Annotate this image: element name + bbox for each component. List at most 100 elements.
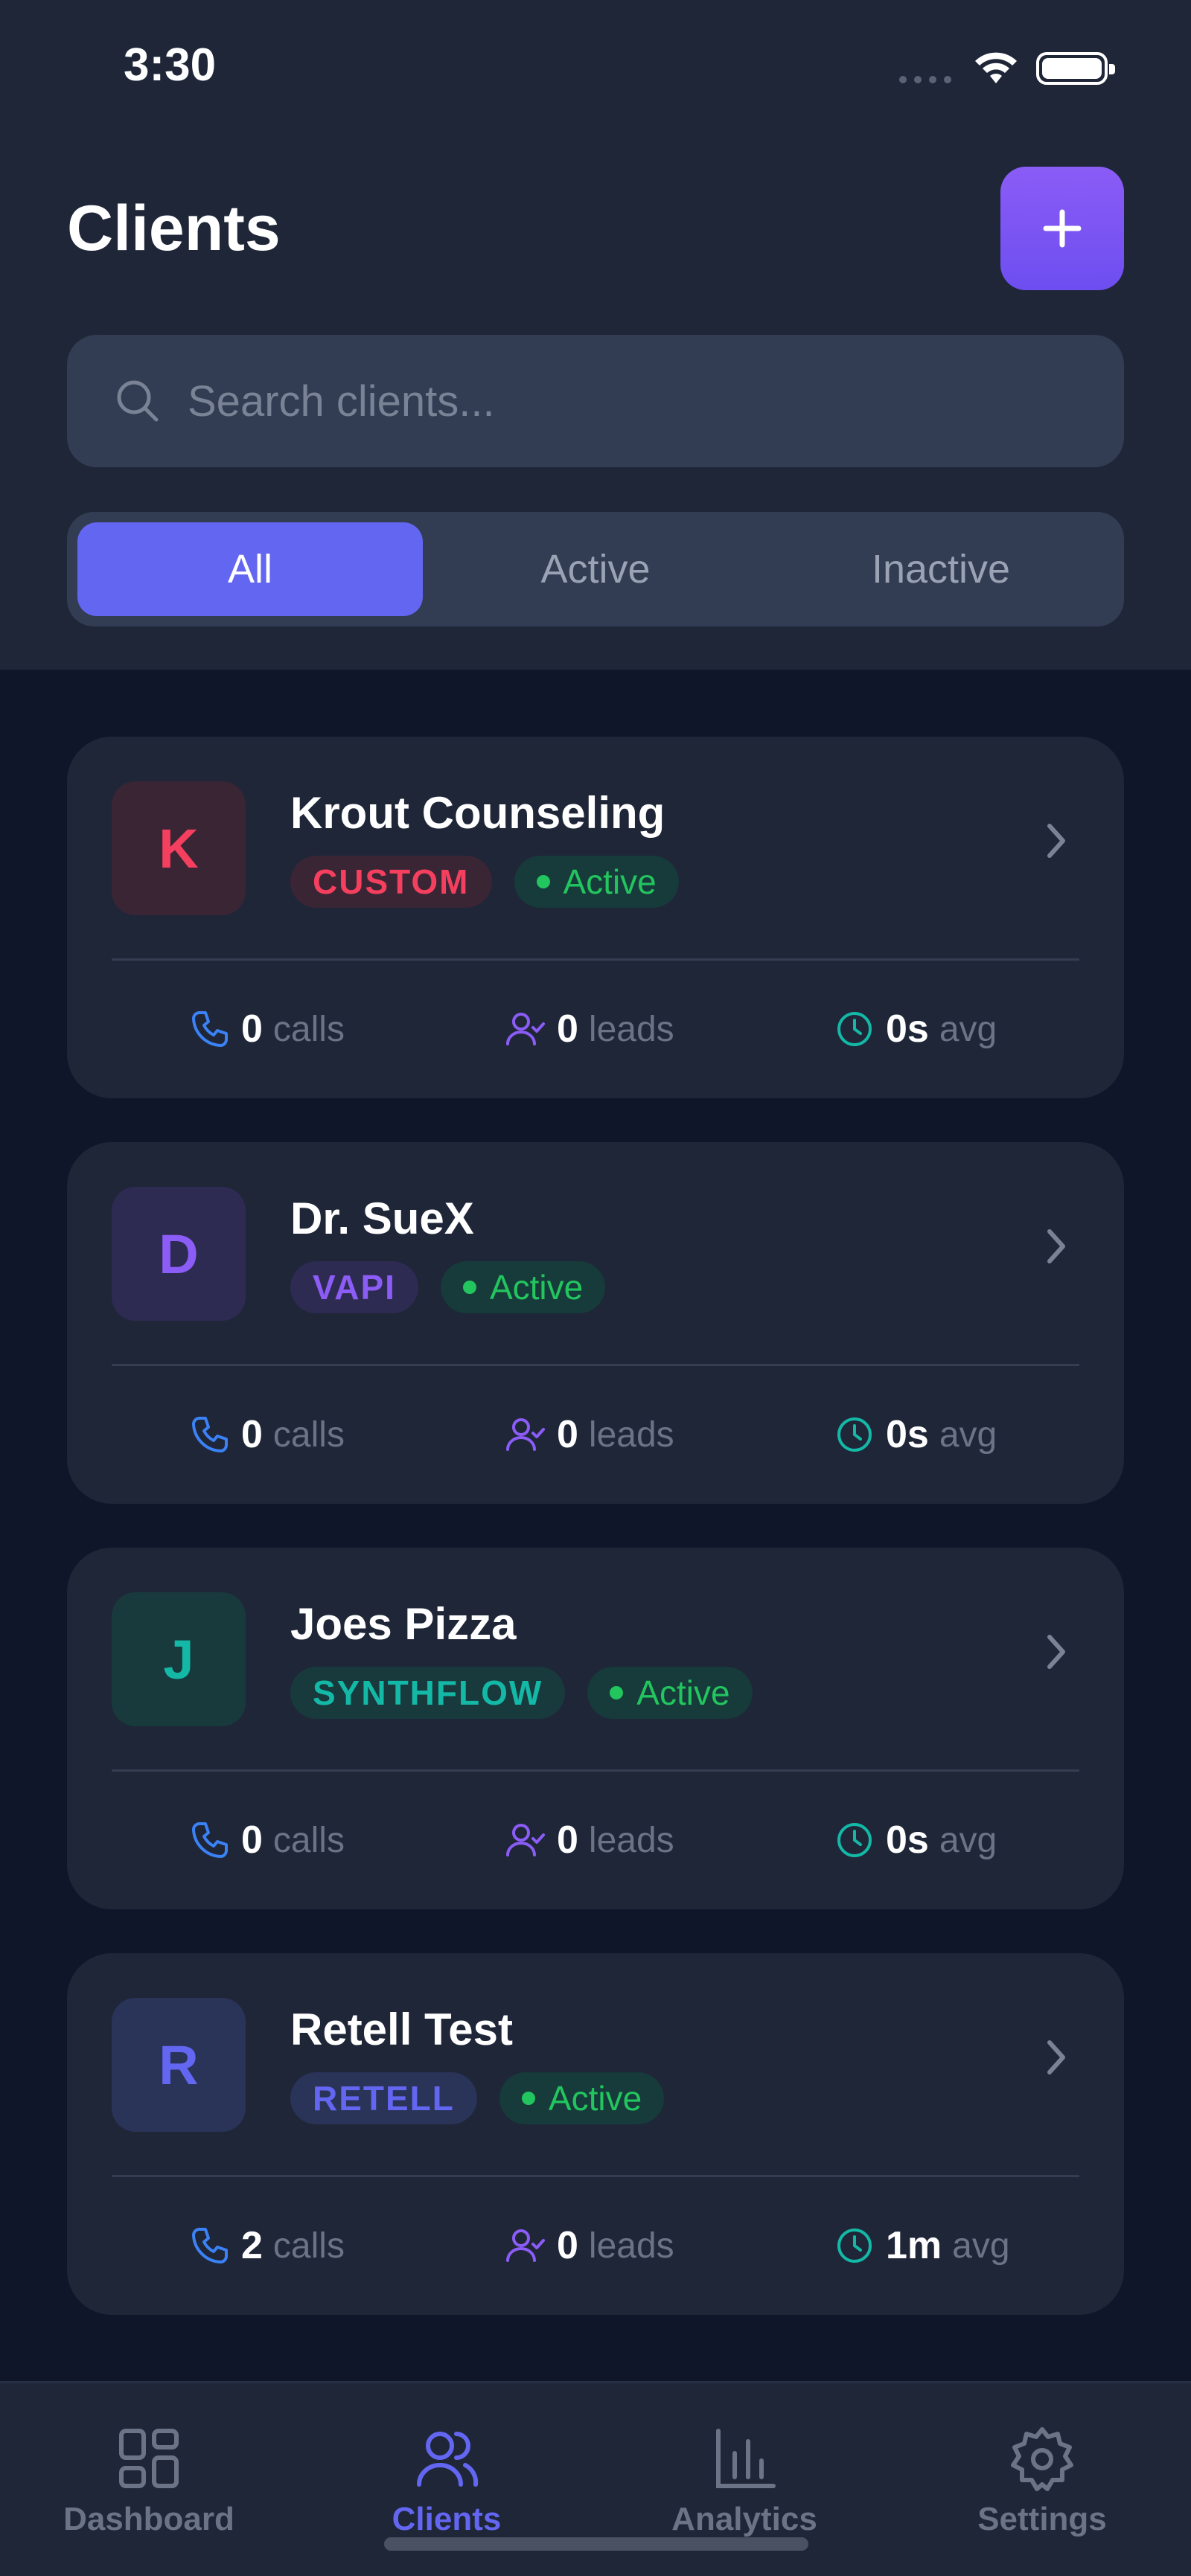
avg-duration: 0s bbox=[886, 1413, 929, 1456]
stat-leads: 0 leads bbox=[505, 1771, 674, 1909]
tab-dashboard[interactable]: Dashboard bbox=[30, 2425, 268, 2538]
provider-badge: RETELL bbox=[290, 2072, 477, 2124]
tab-settings-label: Settings bbox=[977, 2501, 1107, 2537]
search-input[interactable] bbox=[186, 375, 1082, 427]
avg-unit: avg bbox=[939, 1820, 997, 1860]
stat-avg: 0s avg bbox=[834, 1365, 997, 1504]
avg-duration: 1m bbox=[886, 2224, 942, 2267]
filter-segmented-control: All Active Inactive bbox=[67, 512, 1124, 627]
search-bar[interactable] bbox=[67, 335, 1124, 467]
stat-avg: 1m avg bbox=[834, 2176, 1010, 2315]
stat-calls: 0 calls bbox=[189, 960, 345, 1098]
leads-unit: leads bbox=[588, 1820, 674, 1860]
client-name: Dr. SueX bbox=[290, 1194, 474, 1243]
client-stats: 2 calls 0 leads 1m avg bbox=[67, 2176, 1124, 2315]
stat-leads: 0 leads bbox=[505, 1365, 674, 1504]
home-indicator bbox=[384, 2537, 808, 2551]
calls-unit: calls bbox=[272, 2226, 345, 2266]
chevron-right-icon[interactable] bbox=[1042, 2035, 1072, 2080]
status-time: 3:30 bbox=[124, 39, 217, 91]
calls-count: 2 bbox=[241, 2224, 263, 2267]
status-dot-icon bbox=[610, 1686, 624, 1699]
leads-count: 0 bbox=[557, 2224, 578, 2267]
client-name: Krout Counseling bbox=[290, 788, 665, 838]
client-avatar: J bbox=[112, 1592, 246, 1726]
user-check-icon bbox=[506, 1013, 545, 1045]
gear-icon bbox=[1011, 2427, 1073, 2491]
provider-badge: CUSTOM bbox=[290, 856, 492, 908]
user-check-icon bbox=[506, 1418, 545, 1451]
avg-duration: 0s bbox=[886, 1007, 929, 1051]
client-tags: RETELL Active bbox=[290, 2072, 665, 2124]
client-stats: 0 calls 0 leads 0s avg bbox=[67, 1365, 1124, 1504]
leads-count: 0 bbox=[557, 1819, 578, 1862]
client-avatar: D bbox=[112, 1187, 246, 1321]
client-avatar: K bbox=[112, 781, 246, 915]
client-card[interactable]: K Krout Counseling CUSTOM Active 0 calls bbox=[67, 737, 1124, 1098]
stat-leads: 0 leads bbox=[505, 2176, 674, 2315]
tab-analytics[interactable]: Analytics bbox=[625, 2425, 863, 2538]
chevron-right-icon[interactable] bbox=[1042, 818, 1072, 863]
calls-unit: calls bbox=[272, 1414, 345, 1455]
filter-inactive[interactable]: Inactive bbox=[768, 522, 1114, 616]
phone-icon bbox=[192, 1822, 228, 1858]
clock-icon bbox=[837, 1417, 872, 1452]
calls-count: 0 bbox=[241, 1819, 263, 1862]
chevron-right-icon[interactable] bbox=[1042, 1630, 1072, 1674]
client-stats: 0 calls 0 leads 0s avg bbox=[67, 960, 1124, 1098]
tab-settings[interactable]: Settings bbox=[923, 2425, 1161, 2538]
client-card[interactable]: R Retell Test RETELL Active 2 calls 0 le… bbox=[67, 1953, 1124, 2315]
leads-count: 0 bbox=[557, 1413, 578, 1456]
tab-clients-label: Clients bbox=[392, 2501, 502, 2537]
leads-count: 0 bbox=[557, 1007, 578, 1051]
page-title: Clients bbox=[67, 193, 281, 264]
battery-icon bbox=[1036, 52, 1115, 85]
status-dot-icon bbox=[521, 2092, 535, 2105]
client-stats: 0 calls 0 leads 0s avg bbox=[67, 1771, 1124, 1909]
phone-icon bbox=[192, 1417, 228, 1452]
filter-all[interactable]: All bbox=[77, 522, 423, 616]
chevron-right-icon[interactable] bbox=[1042, 1224, 1072, 1269]
avg-duration: 0s bbox=[886, 1819, 929, 1862]
plus-icon bbox=[1043, 209, 1082, 248]
user-check-icon bbox=[506, 1824, 545, 1856]
clock-icon bbox=[837, 1012, 872, 1046]
bar-chart-icon bbox=[716, 2429, 776, 2488]
status-badge: Active bbox=[514, 856, 679, 908]
stat-calls: 0 calls bbox=[189, 1365, 345, 1504]
leads-unit: leads bbox=[588, 1414, 674, 1455]
tab-clients[interactable]: Clients bbox=[328, 2425, 566, 2538]
client-tags: SYNTHFLOW Active bbox=[290, 1667, 753, 1719]
user-check-icon bbox=[506, 2229, 545, 2262]
client-name: Joes Pizza bbox=[290, 1599, 517, 1649]
avg-unit: avg bbox=[939, 1009, 997, 1049]
status-bar: 3:30 bbox=[0, 0, 1191, 134]
status-badge: Active bbox=[587, 1667, 753, 1719]
client-name: Retell Test bbox=[290, 2005, 513, 2054]
stat-calls: 0 calls bbox=[189, 1771, 345, 1909]
stat-calls: 2 calls bbox=[189, 2176, 345, 2315]
client-tags: VAPI Active bbox=[290, 1261, 606, 1313]
clock-icon bbox=[837, 1823, 872, 1857]
client-avatar: R bbox=[112, 1998, 246, 2132]
provider-badge: VAPI bbox=[290, 1261, 418, 1313]
client-card[interactable]: D Dr. SueX VAPI Active 0 calls 0 leads 0… bbox=[67, 1142, 1124, 1504]
tab-analytics-label: Analytics bbox=[671, 2501, 817, 2537]
calls-count: 0 bbox=[241, 1007, 263, 1051]
filter-active[interactable]: Active bbox=[423, 522, 768, 616]
stat-avg: 0s avg bbox=[834, 1771, 997, 1909]
calls-count: 0 bbox=[241, 1413, 263, 1456]
client-card[interactable]: J Joes Pizza SYNTHFLOW Active 0 calls 0 … bbox=[67, 1548, 1124, 1909]
status-label: Active bbox=[489, 1268, 584, 1307]
add-client-button[interactable] bbox=[1000, 167, 1124, 290]
status-badge: Active bbox=[499, 2072, 665, 2124]
status-dot-icon bbox=[536, 875, 550, 888]
provider-badge: SYNTHFLOW bbox=[290, 1667, 566, 1719]
leads-unit: leads bbox=[588, 1009, 674, 1049]
phone-icon bbox=[192, 2228, 228, 2263]
calls-unit: calls bbox=[272, 1820, 345, 1860]
clock-icon bbox=[837, 2229, 872, 2263]
users-icon bbox=[417, 2432, 479, 2487]
calls-unit: calls bbox=[272, 1009, 345, 1049]
status-badge: Active bbox=[440, 1261, 606, 1313]
